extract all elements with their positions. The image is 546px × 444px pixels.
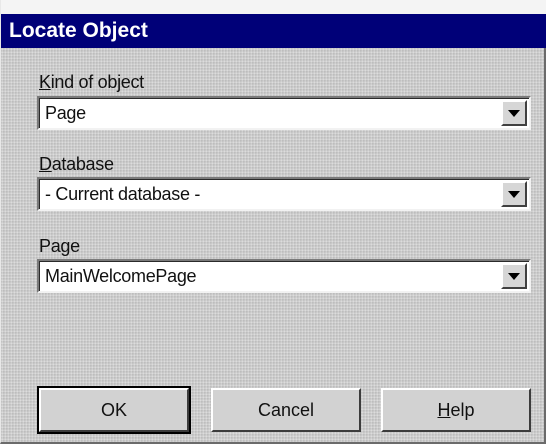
title-bar[interactable]: Locate Object [1, 14, 546, 48]
page-combobox[interactable]: MainWelcomePage [37, 259, 531, 293]
database-label: Database [39, 154, 114, 175]
database-label-text: atabase [51, 154, 114, 174]
ok-button[interactable]: OK [37, 386, 191, 434]
page-label: Page [39, 236, 80, 256]
page-dropdown-button[interactable] [501, 263, 527, 289]
chevron-down-icon [508, 110, 520, 117]
window-title: Locate Object [9, 19, 148, 42]
kind-of-object-label: Kind of object [39, 72, 144, 93]
kind-of-object-dropdown-button[interactable] [501, 100, 527, 126]
database-value: - Current database - [45, 184, 201, 204]
window-top-edge [1, 0, 546, 14]
kind-of-object-label-accel: K [39, 72, 51, 92]
locate-object-dialog: Locate Object Kind of object Page Databa… [0, 0, 546, 444]
chevron-down-icon [508, 191, 520, 198]
help-button-label: elp [450, 400, 475, 420]
database-combobox[interactable]: - Current database - [37, 177, 531, 211]
kind-of-object-combobox[interactable]: Page [37, 96, 531, 130]
kind-of-object-label-text: ind of object [50, 72, 144, 92]
help-button-accel: H [437, 400, 451, 420]
database-label-accel: D [39, 154, 52, 174]
chevron-down-icon [508, 273, 520, 280]
database-dropdown-button[interactable] [501, 181, 527, 207]
page-value: MainWelcomePage [45, 266, 197, 286]
help-button[interactable]: Help [381, 388, 531, 432]
kind-of-object-value: Page [45, 103, 86, 123]
cancel-button[interactable]: Cancel [211, 388, 361, 432]
